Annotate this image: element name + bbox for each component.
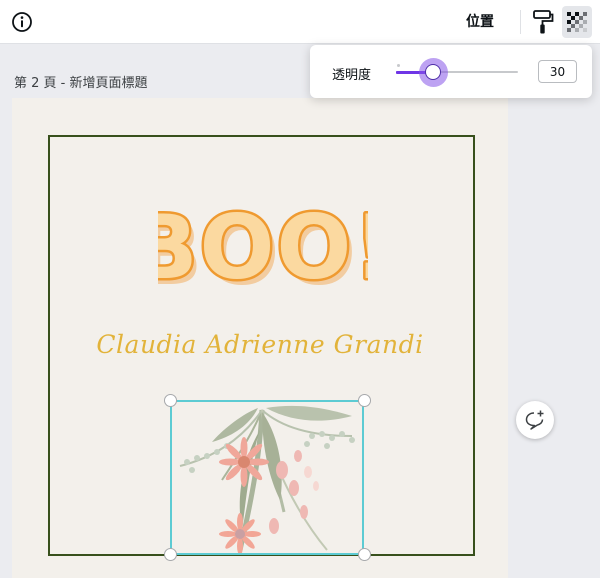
add-comment-icon xyxy=(525,410,544,430)
transparency-button[interactable] xyxy=(562,6,592,38)
transparency-slider[interactable] xyxy=(396,58,520,87)
top-toolbar: 位置 xyxy=(0,0,600,44)
paint-roller-icon[interactable] xyxy=(531,9,555,35)
boo-headline[interactable]: BOO! BOO! xyxy=(158,198,368,298)
svg-text:BOO!: BOO! xyxy=(158,198,368,298)
slider-zero-marker xyxy=(397,64,400,67)
slider-thumb[interactable] xyxy=(425,64,441,80)
add-comment-button[interactable] xyxy=(516,401,554,439)
selection-box[interactable] xyxy=(170,400,364,555)
page-title[interactable]: 第 2 頁 - 新增頁面標題 xyxy=(14,72,148,91)
transparency-popover: 透明度 xyxy=(310,45,592,98)
transparency-label: 透明度 xyxy=(332,68,372,83)
resize-handle-bottom-right[interactable] xyxy=(358,548,371,561)
transparency-value-input[interactable] xyxy=(538,60,577,83)
resize-handle-bottom-left[interactable] xyxy=(164,548,177,561)
position-button[interactable]: 位置 xyxy=(466,10,494,34)
toolbar-divider xyxy=(520,10,521,34)
resize-handle-top-right[interactable] xyxy=(358,394,371,407)
resize-handle-top-left[interactable] xyxy=(164,394,177,407)
info-icon[interactable] xyxy=(11,11,33,33)
signature-text[interactable]: Claudia Adrienne Grandi xyxy=(12,330,508,359)
transparency-checker-icon xyxy=(567,12,587,32)
design-page[interactable]: BOO! BOO! Claudia Adrienne Grandi xyxy=(12,98,508,578)
